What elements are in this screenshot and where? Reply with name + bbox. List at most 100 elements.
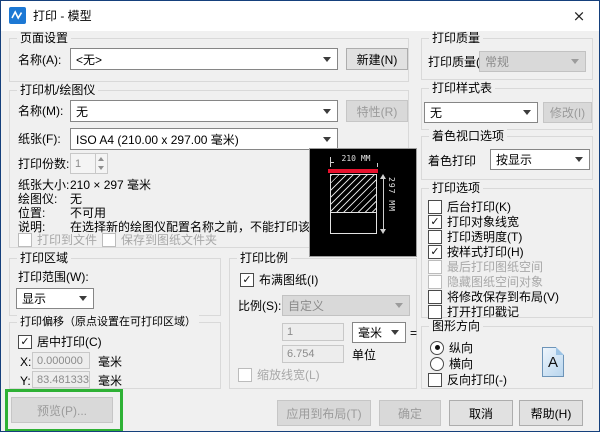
reverse-plot-label: 反向打印(-)	[447, 371, 507, 388]
option-checkbox[interactable]	[428, 305, 442, 319]
save-to-folder-checkbox-row[interactable]: 保存到图纸文件夹	[102, 231, 217, 248]
group-title: 打印样式表	[429, 81, 495, 95]
plot-to-file-label: 打印到文件	[37, 231, 97, 248]
fit-to-paper-label: 布满图纸(I)	[259, 271, 318, 288]
shade-plot-label: 着色打印	[428, 154, 476, 168]
chevron-down-icon	[323, 109, 331, 114]
option-checkbox[interactable]	[428, 200, 442, 214]
plot-to-file-checkbox[interactable]	[18, 233, 32, 247]
option-checkbox[interactable]	[428, 245, 442, 259]
chevron-down-icon	[323, 57, 331, 62]
group-title: 着色视口选项	[429, 129, 507, 143]
option-checkbox[interactable]	[428, 290, 442, 304]
center-plot-checkbox-row[interactable]: 居中打印(C)	[18, 333, 102, 350]
copies-stepper[interactable]: 1	[70, 153, 108, 174]
group-title: 打印区域	[17, 251, 71, 265]
portrait-radio[interactable]	[430, 341, 444, 355]
reverse-plot-checkbox[interactable]	[428, 373, 442, 387]
x-offset-label: X:	[20, 355, 31, 369]
orientation-paper-icon: A	[542, 347, 564, 377]
plot-quality-value: 常规	[485, 53, 509, 70]
option-checkbox[interactable]	[428, 230, 442, 244]
printer-name-value: 无	[76, 103, 88, 120]
scale-denominator-input[interactable]: 6.754	[282, 345, 344, 363]
stepper-down-icon[interactable]	[96, 164, 107, 174]
plot-range-value: 显示	[22, 290, 46, 307]
scale-numerator-input[interactable]: 1	[282, 323, 344, 341]
plot-quality-select[interactable]: 常规	[479, 51, 586, 72]
group-title: 打印质量	[429, 31, 483, 45]
scale-lineweights-checkbox-row[interactable]: 缩放线宽(L)	[238, 366, 320, 383]
cancel-button[interactable]: 取消	[449, 400, 513, 426]
plot-range-select[interactable]: 显示	[16, 288, 94, 309]
paper-height-dimension: 297 MM	[387, 177, 396, 233]
option-label: 打开打印戳记	[447, 303, 519, 320]
stepper-up-icon[interactable]	[96, 154, 107, 164]
fit-to-paper-checkbox-row[interactable]: 布满图纸(I)	[240, 271, 318, 288]
paper-preview: 210 MM 297 MM	[309, 148, 417, 257]
group-title: 页面设置	[17, 31, 71, 45]
plot-style-select[interactable]: 无	[424, 102, 538, 123]
y-offset-label: Y:	[20, 374, 31, 388]
new-button[interactable]: 新建(N)	[346, 48, 408, 70]
printer-name-select[interactable]: 无	[70, 100, 338, 122]
scale-lineweights-label: 缩放线宽(L)	[257, 366, 320, 383]
landscape-label: 横向	[449, 355, 473, 372]
chevron-down-icon	[571, 59, 579, 64]
center-plot-label: 居中打印(C)	[37, 333, 102, 350]
scale-lineweights-checkbox[interactable]	[238, 368, 252, 382]
plot-to-file-checkbox-row[interactable]: 打印到文件	[18, 231, 97, 248]
edit-style-button[interactable]: 修改(I)	[543, 102, 592, 123]
copies-label: 打印份数:	[18, 157, 69, 171]
unit-label: 单位	[352, 348, 376, 362]
close-icon[interactable]: ×	[559, 1, 599, 31]
scale-select[interactable]: 自定义	[282, 295, 410, 316]
scale-unit-select[interactable]: 毫米	[352, 322, 406, 343]
properties-button[interactable]: 特性(R)	[346, 100, 408, 122]
y-unit-label: 毫米	[98, 374, 122, 388]
plotter-value: 无	[70, 192, 82, 206]
paper-select[interactable]: ISO A4 (210.00 x 297.00 毫米)	[70, 128, 338, 150]
page-setup-name-select[interactable]: <无>	[70, 48, 338, 70]
app-icon	[9, 7, 26, 24]
location-value: 不可用	[70, 206, 106, 220]
group-plot-style-table: 打印样式表 无 修改(I)	[421, 88, 593, 130]
shade-plot-select[interactable]: 按显示	[490, 149, 590, 170]
group-orientation: 图形方向 纵向 横向 反向打印(-) A	[421, 326, 593, 389]
stepper-arrows[interactable]	[95, 154, 107, 173]
plot-style-value: 无	[430, 104, 442, 121]
fit-to-paper-checkbox[interactable]	[240, 273, 254, 287]
ok-button[interactable]: 确定	[379, 400, 441, 426]
chevron-down-icon	[323, 137, 331, 142]
dimension-line	[383, 176, 384, 232]
option-checkbox[interactable]	[428, 275, 442, 289]
y-offset-input[interactable]: 83.481333	[32, 371, 90, 388]
scale-unit-value: 毫米	[358, 324, 382, 341]
scale-value: 自定义	[288, 297, 324, 314]
chevron-down-icon	[391, 330, 399, 335]
landscape-radio-row[interactable]: 横向	[430, 355, 473, 372]
annotation-highlight-box	[5, 389, 123, 432]
option-checkbox[interactable]	[428, 260, 442, 274]
option-checkbox[interactable]	[428, 215, 442, 229]
group-plot-offset: 打印偏移（原点设置在可打印区域） 居中打印(C) X: 0.000000 毫米 …	[9, 322, 221, 389]
reverse-plot-checkbox-row[interactable]: 反向打印(-)	[428, 371, 507, 388]
center-plot-checkbox[interactable]	[18, 335, 32, 349]
group-plot-area: 打印区域 打印范围(W): 显示	[9, 258, 221, 316]
printable-edge-red-bar	[328, 169, 378, 173]
printer-name-label: 名称(M):	[18, 104, 63, 118]
landscape-radio[interactable]	[430, 357, 444, 371]
help-button[interactable]: 帮助(H)	[519, 400, 583, 426]
plot-dialog: 打印 - 模型 × 页面设置 名称(A): <无> 新建(N) 打印机/绘图仪 …	[0, 0, 600, 432]
window-title: 打印 - 模型	[33, 1, 92, 31]
group-title: 打印机/绘图仪	[17, 83, 98, 97]
apply-to-layout-button[interactable]: 应用到布局(T)	[277, 400, 371, 426]
x-offset-input[interactable]: 0.000000	[32, 352, 90, 369]
save-to-folder-label: 保存到图纸文件夹	[121, 231, 217, 248]
paper-size-value: 210 × 297 毫米	[70, 178, 151, 192]
option-row[interactable]: 打开打印戳记	[428, 303, 519, 320]
scale-label: 比例(S):	[238, 299, 281, 313]
group-title: 图形方向	[429, 319, 483, 333]
portrait-radio-row[interactable]: 纵向	[430, 339, 473, 356]
save-to-folder-checkbox[interactable]	[102, 233, 116, 247]
